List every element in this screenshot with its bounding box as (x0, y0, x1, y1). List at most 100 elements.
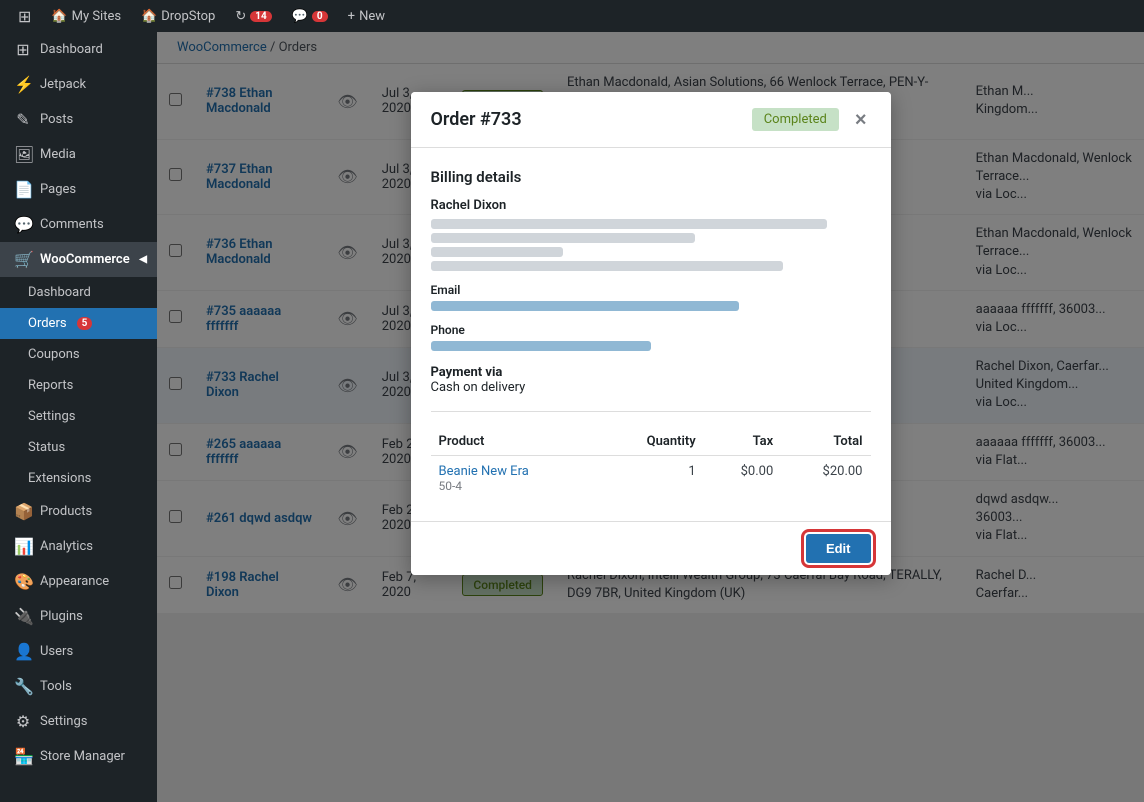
sidebar-item-label: Analytics (40, 539, 93, 554)
sidebar-item-label: Tools (40, 679, 72, 694)
my-sites-button[interactable]: 🏠 My Sites (41, 0, 131, 32)
modal-title: Order #733 (431, 109, 752, 130)
sidebar-item-settings[interactable]: ⚙ Settings (0, 704, 157, 739)
sidebar-item-label: Media (40, 147, 76, 162)
product-row: Beanie New Era 50-4 1 $0.00 $20.00 (431, 456, 871, 502)
sidebar-item-label: Store Manager (40, 749, 125, 764)
sidebar-item-label: Products (40, 504, 92, 519)
address-line-2 (431, 233, 695, 243)
sidebar-item-label: Dashboard (40, 42, 103, 57)
appearance-icon: 🎨 (14, 572, 32, 591)
sidebar-item-pages[interactable]: 📄 Pages (0, 172, 157, 207)
quantity-col-header: Quantity (600, 428, 704, 456)
address-line-3 (431, 247, 563, 257)
tax-col-header: Tax (704, 428, 782, 456)
comments-icon: 💬 (292, 9, 308, 24)
updates-count: 14 (250, 11, 271, 22)
woocommerce-icon: 🛒 (14, 250, 32, 269)
tools-icon: 🔧 (14, 677, 32, 696)
sidebar-item-label: Posts (40, 112, 73, 127)
address-line-4 (431, 261, 783, 271)
sidebar-item-label: Coupons (28, 347, 80, 362)
modal-divider (431, 411, 871, 412)
comments-button[interactable]: 💬 0 (282, 0, 338, 32)
new-icon: + (348, 9, 355, 24)
sidebar-item-label: Dashboard (28, 285, 91, 300)
modal-footer: Edit (411, 521, 891, 575)
updates-button[interactable]: ↻ 14 (225, 0, 281, 32)
sidebar-item-dashboard[interactable]: ⊞ Dashboard (0, 32, 157, 67)
settings-icon: ⚙ (14, 712, 32, 731)
product-col-header: Product (431, 428, 600, 456)
dropstop-icon: 🏠 (141, 9, 157, 24)
updates-icon: ↻ (235, 9, 246, 24)
total-col-header: Total (781, 428, 870, 456)
product-name[interactable]: Beanie New Era (439, 464, 592, 479)
product-name-cell: Beanie New Era 50-4 (431, 456, 600, 502)
sidebar-item-wc-status[interactable]: Status (0, 432, 157, 463)
customer-name: Rachel Dixon (431, 198, 871, 213)
payment-label: Payment via (431, 365, 503, 380)
sidebar-item-label: Comments (40, 217, 104, 232)
sidebar-item-label: Users (40, 644, 73, 659)
orders-badge: 5 (77, 317, 93, 330)
billing-title: Billing details (431, 168, 871, 186)
comments-nav-icon: 💬 (14, 215, 32, 234)
dropstop-button[interactable]: 🏠 DropStop (131, 0, 225, 32)
sidebar-item-posts[interactable]: ✎ Posts (0, 102, 157, 137)
phone-label: Phone (431, 323, 871, 337)
sidebar-item-label: Orders (28, 316, 67, 331)
product-tax: $0.00 (704, 456, 782, 502)
sidebar-item-comments[interactable]: 💬 Comments (0, 207, 157, 242)
sidebar-item-tools[interactable]: 🔧 Tools (0, 669, 157, 704)
product-table: Product Quantity Tax Total Beanie New Er… (431, 428, 871, 501)
email-label: Email (431, 283, 871, 297)
sidebar-item-users[interactable]: 👤 Users (0, 634, 157, 669)
sidebar-item-label: Extensions (28, 471, 91, 486)
email-value (431, 301, 739, 311)
edit-order-button[interactable]: Edit (806, 534, 871, 563)
products-icon: 📦 (14, 502, 32, 521)
sidebar-item-products[interactable]: 📦 Products (0, 494, 157, 529)
modal-close-button[interactable]: × (851, 110, 871, 130)
sidebar-item-store-manager[interactable]: 🏪 Store Manager (0, 739, 157, 774)
sidebar-item-plugins[interactable]: 🔌 Plugins (0, 599, 157, 634)
sidebar-item-wc-orders[interactable]: Orders 5 (0, 308, 157, 339)
sidebar-item-wc-coupons[interactable]: Coupons (0, 339, 157, 370)
wp-icon: ⊞ (18, 7, 31, 26)
comments-count: 0 (312, 11, 328, 22)
sidebar-item-label: Jetpack (40, 77, 86, 92)
sidebar-item-wc-dashboard[interactable]: Dashboard (0, 277, 157, 308)
jetpack-icon: ⚡ (14, 75, 32, 94)
sidebar-item-appearance[interactable]: 🎨 Appearance (0, 564, 157, 599)
sidebar-item-woocommerce[interactable]: 🛒 WooCommerce ◀ (0, 242, 157, 277)
pages-icon: 📄 (14, 180, 32, 199)
sidebar-item-wc-reports[interactable]: Reports (0, 370, 157, 401)
sidebar-item-label: Status (28, 440, 65, 455)
sidebar-item-wc-extensions[interactable]: Extensions (0, 463, 157, 494)
sidebar-item-analytics[interactable]: 📊 Analytics (0, 529, 157, 564)
dashboard-icon: ⊞ (14, 40, 32, 59)
modal-body: Billing details Rachel Dixon Email Phone (411, 148, 891, 521)
product-total: $20.00 (781, 456, 870, 502)
payment-via-label: Payment via Cash on delivery (431, 365, 871, 395)
sidebar-item-jetpack[interactable]: ⚡ Jetpack (0, 67, 157, 102)
main-layout: ⊞ Dashboard ⚡ Jetpack ✎ Posts 🖼 Media 📄 … (0, 32, 1144, 802)
analytics-icon: 📊 (14, 537, 32, 556)
sidebar-item-label: Settings (40, 714, 87, 729)
media-icon: 🖼 (14, 145, 32, 164)
sidebar-item-label: Settings (28, 409, 75, 424)
new-content-button[interactable]: + New (338, 0, 395, 32)
sidebar-item-label: Plugins (40, 609, 83, 624)
product-quantity: 1 (600, 456, 704, 502)
sidebar-item-media[interactable]: 🖼 Media (0, 137, 157, 172)
modal-header: Order #733 Completed × (411, 92, 891, 148)
sidebar: ⊞ Dashboard ⚡ Jetpack ✎ Posts 🖼 Media 📄 … (0, 32, 157, 802)
users-icon: 👤 (14, 642, 32, 661)
wp-logo-button[interactable]: ⊞ (8, 0, 41, 32)
sidebar-item-wc-settings[interactable]: Settings (0, 401, 157, 432)
admin-bar: ⊞ 🏠 My Sites 🏠 DropStop ↻ 14 💬 0 + New (0, 0, 1144, 32)
modal-overlay[interactable]: Order #733 Completed × Billing details R… (157, 32, 1144, 802)
sidebar-item-label: Reports (28, 378, 73, 393)
phone-value (431, 341, 651, 351)
